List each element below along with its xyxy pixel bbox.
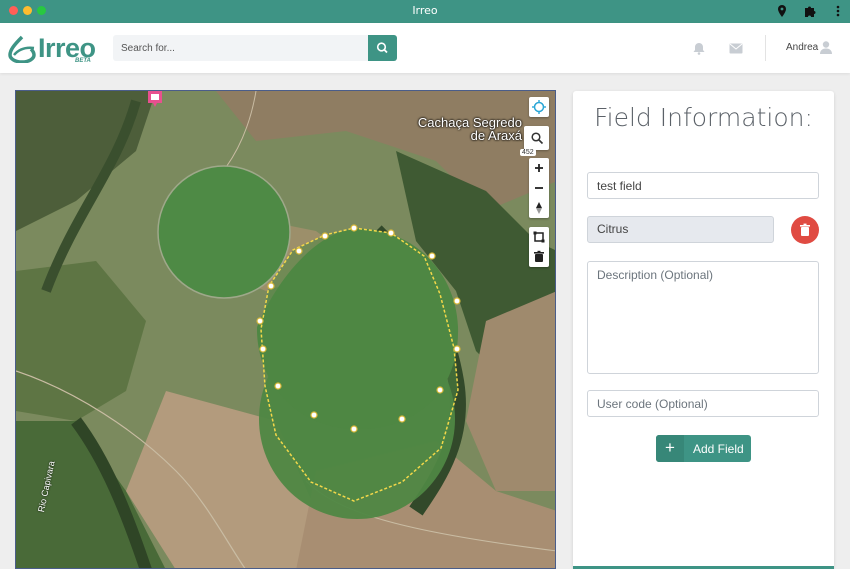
- window-title: Irreo: [412, 4, 438, 17]
- satellite-map[interactable]: Cachaça Segredo de Araxá Rio Capivara 45…: [15, 90, 556, 569]
- search-icon: [530, 132, 543, 145]
- zoom-in-icon[interactable]: [529, 158, 549, 178]
- search-input[interactable]: [113, 35, 369, 61]
- more-vertical-icon[interactable]: [831, 4, 845, 18]
- locate-button[interactable]: [529, 97, 549, 117]
- logo-drop-icon: [8, 35, 36, 63]
- crop-select[interactable]: Citrus: [587, 216, 774, 243]
- field-polygon[interactable]: [16, 91, 556, 569]
- trash-icon[interactable]: [529, 247, 549, 267]
- map-marker-icon[interactable]: [146, 91, 164, 111]
- description-textarea[interactable]: [587, 261, 819, 374]
- field-name-input[interactable]: [587, 172, 819, 199]
- user-name[interactable]: Andrea: [786, 42, 818, 53]
- map-place-label: Cachaça Segredo de Araxá: [417, 115, 522, 143]
- delete-crop-button[interactable]: [791, 216, 819, 244]
- search-button[interactable]: [368, 35, 397, 61]
- window-titlebar: Irreo: [0, 0, 850, 23]
- draw-polygon-icon[interactable]: [529, 227, 549, 247]
- header-divider: [765, 35, 766, 61]
- mail-icon[interactable]: [729, 43, 743, 54]
- add-field-label: Add Field: [693, 442, 744, 456]
- trash-icon: [800, 223, 810, 236]
- location-pin-icon[interactable]: [775, 4, 789, 18]
- logo-beta-badge: BETA: [75, 58, 91, 64]
- plus-icon: +: [656, 435, 684, 462]
- compass-icon[interactable]: [529, 198, 549, 218]
- irreo-logo[interactable]: Irreo BETA: [8, 31, 98, 67]
- zoom-level-badge: 452: [520, 149, 536, 156]
- map-zoom-controls: [529, 158, 549, 218]
- user-avatar-icon[interactable]: [819, 40, 833, 54]
- field-information-panel: Field Information: Citrus + Add Field: [573, 91, 834, 569]
- app-header: Irreo BETA Andrea: [0, 23, 850, 73]
- user-code-input[interactable]: [587, 390, 819, 417]
- extension-puzzle-icon[interactable]: [803, 4, 817, 18]
- bell-icon[interactable]: [692, 42, 706, 55]
- search-icon: [376, 42, 388, 54]
- zoom-out-icon[interactable]: [529, 178, 549, 198]
- map-search-button[interactable]: [524, 126, 549, 150]
- add-field-button[interactable]: + Add Field: [656, 435, 751, 462]
- map-draw-controls: [529, 227, 549, 267]
- panel-title: Field Information:: [594, 103, 813, 132]
- locate-icon: [532, 100, 546, 114]
